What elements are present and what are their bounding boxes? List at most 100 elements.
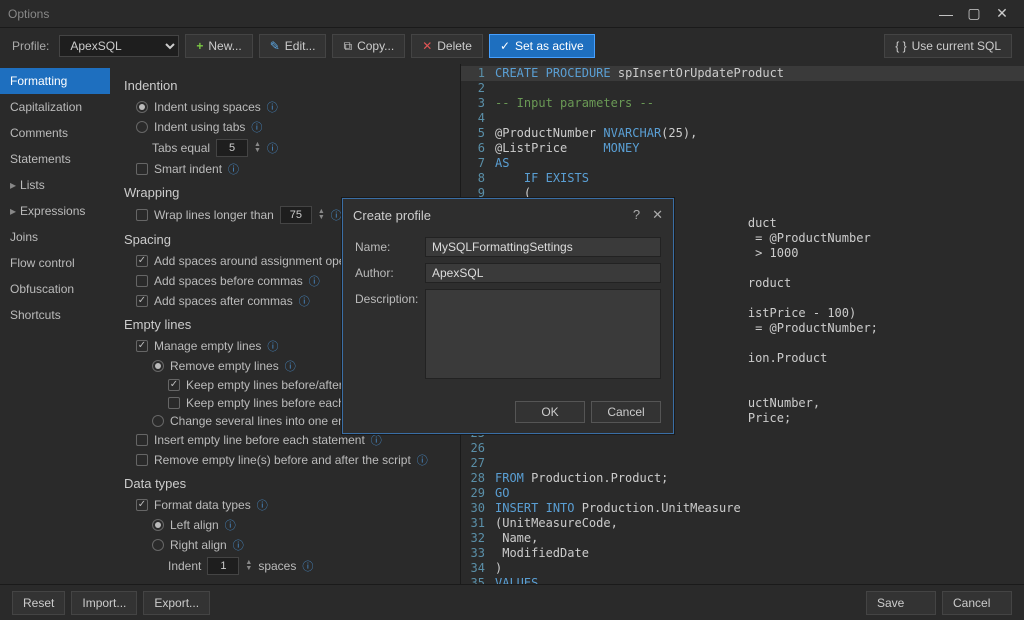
sidebar-item-comments[interactable]: Comments <box>0 120 110 146</box>
radio-right-align[interactable] <box>152 539 164 551</box>
minimize-button[interactable]: — <box>932 2 960 26</box>
sidebar-item-capitalization[interactable]: Capitalization <box>0 94 110 120</box>
titlebar: Options — ▢ ✕ <box>0 0 1024 28</box>
check-insert-before[interactable] <box>136 434 148 446</box>
code-line: 1CREATE PROCEDURE spInsertOrUpdateProduc… <box>461 66 1024 81</box>
import-button[interactable]: Import... <box>71 591 137 615</box>
indent-value-input[interactable] <box>207 557 239 575</box>
check-format-datatypes[interactable] <box>136 499 148 511</box>
dialog-cancel-button[interactable]: Cancel <box>591 401 661 423</box>
reset-button[interactable]: Reset <box>12 591 65 615</box>
maximize-button[interactable]: ▢ <box>960 2 988 26</box>
wrap-length-input[interactable] <box>280 206 312 224</box>
check-spaces-before-commas[interactable] <box>136 275 148 287</box>
dialog-title: Create profile <box>353 208 431 223</box>
profile-select[interactable]: ApexSQL <box>59 35 179 57</box>
info-icon[interactable]: ⓘ <box>285 358 296 374</box>
code-line: 33 ModifiedDate <box>461 546 1024 561</box>
section-data-types: Data types <box>124 476 448 491</box>
code-line: 8 IF EXISTS <box>461 171 1024 186</box>
sidebar-item-obfuscation[interactable]: Obfuscation <box>0 276 110 302</box>
section-indention: Indention <box>124 78 448 93</box>
chevron-right-icon: ▸ <box>10 204 16 218</box>
info-icon[interactable]: ⓘ <box>225 517 236 533</box>
description-input[interactable] <box>425 289 661 379</box>
pencil-icon: ✎ <box>270 39 280 53</box>
info-icon[interactable]: ⓘ <box>417 452 428 468</box>
code-line: 27 <box>461 456 1024 471</box>
code-line: 30INSERT INTO Production.UnitMeasure <box>461 501 1024 516</box>
info-icon[interactable]: ⓘ <box>267 140 278 156</box>
code-line: 28FROM Production.Product; <box>461 471 1024 486</box>
sidebar-item-joins[interactable]: Joins <box>0 224 110 250</box>
copy-icon: ⧉ <box>343 39 352 54</box>
radio-indent-tabs[interactable] <box>136 121 148 133</box>
check-smart-indent[interactable] <box>136 163 148 175</box>
window-title: Options <box>8 7 49 21</box>
info-icon[interactable]: ⓘ <box>228 161 239 177</box>
set-active-button[interactable]: ✓Set as active <box>489 34 595 58</box>
check-spaces-assignment[interactable] <box>136 255 148 267</box>
dialog-close-icon[interactable]: ✕ <box>652 207 663 223</box>
tabs-equal-input[interactable] <box>216 139 248 157</box>
braces-icon: { } <box>895 39 906 53</box>
check-wrap-lines[interactable] <box>136 209 148 221</box>
code-line: 4 <box>461 111 1024 126</box>
check-spaces-after-commas[interactable] <box>136 295 148 307</box>
check-remove-script[interactable] <box>136 454 148 466</box>
radio-left-align[interactable] <box>152 519 164 531</box>
info-icon[interactable]: ⓘ <box>257 497 268 513</box>
code-line: 6@ListPrice MONEY <box>461 141 1024 156</box>
author-input[interactable] <box>425 263 661 283</box>
name-input[interactable] <box>425 237 661 257</box>
edit-button[interactable]: ✎Edit... <box>259 34 327 58</box>
copy-button[interactable]: ⧉Copy... <box>332 34 405 58</box>
delete-icon: ✕ <box>422 39 432 53</box>
info-icon[interactable]: ⓘ <box>267 99 278 115</box>
check-keep-before-stmt[interactable] <box>168 397 180 409</box>
sidebar-item-formatting[interactable]: Formatting <box>0 68 110 94</box>
radio-change-several[interactable] <box>152 415 164 427</box>
section-misc: Miscellaneous <box>124 583 448 584</box>
code-line: 26 <box>461 441 1024 456</box>
check-manage-empty[interactable] <box>136 340 148 352</box>
info-icon[interactable]: ⓘ <box>233 537 244 553</box>
info-icon[interactable]: ⓘ <box>331 207 342 223</box>
sidebar-item-flow-control[interactable]: Flow control <box>0 250 110 276</box>
create-profile-dialog: Create profile ? ✕ Name: Author: Descrip… <box>342 198 674 434</box>
cancel-button[interactable]: Cancel <box>942 591 1012 615</box>
use-current-sql-button[interactable]: { }Use current SQL <box>884 34 1012 58</box>
code-line: 29GO <box>461 486 1024 501</box>
sidebar-item-shortcuts[interactable]: Shortcuts <box>0 302 110 328</box>
info-icon[interactable]: ⓘ <box>309 273 320 289</box>
info-icon[interactable]: ⓘ <box>299 293 310 309</box>
dialog-ok-button[interactable]: OK <box>515 401 585 423</box>
author-label: Author: <box>355 263 425 280</box>
footer: Reset Import... Export... Save Cancel <box>0 584 1024 620</box>
sidebar-item-expressions[interactable]: ▸Expressions <box>0 198 110 224</box>
check-keep-before-after[interactable] <box>168 379 180 391</box>
name-label: Name: <box>355 237 425 254</box>
radio-remove-empty[interactable] <box>152 360 164 372</box>
delete-button[interactable]: ✕Delete <box>411 34 483 58</box>
sidebar: Formatting Capitalization Comments State… <box>0 64 110 584</box>
chevron-right-icon: ▸ <box>10 178 16 192</box>
radio-indent-spaces[interactable] <box>136 101 148 113</box>
sidebar-item-statements[interactable]: Statements <box>0 146 110 172</box>
toolbar: Profile: ApexSQL +New... ✎Edit... ⧉Copy.… <box>0 28 1024 64</box>
info-icon[interactable]: ⓘ <box>251 119 262 135</box>
profile-label: Profile: <box>12 39 49 53</box>
description-label: Description: <box>355 289 425 306</box>
code-line: 35VALUES <box>461 576 1024 584</box>
info-icon[interactable]: ⓘ <box>267 338 278 354</box>
close-button[interactable]: ✕ <box>988 2 1016 26</box>
help-icon[interactable]: ? <box>633 207 640 223</box>
info-icon[interactable]: ⓘ <box>371 432 382 448</box>
sidebar-item-lists[interactable]: ▸Lists <box>0 172 110 198</box>
check-icon: ✓ <box>500 39 510 53</box>
export-button[interactable]: Export... <box>143 591 210 615</box>
new-button[interactable]: +New... <box>185 34 252 58</box>
plus-icon: + <box>196 39 203 53</box>
save-button[interactable]: Save <box>866 591 936 615</box>
info-icon[interactable]: ⓘ <box>302 558 313 574</box>
